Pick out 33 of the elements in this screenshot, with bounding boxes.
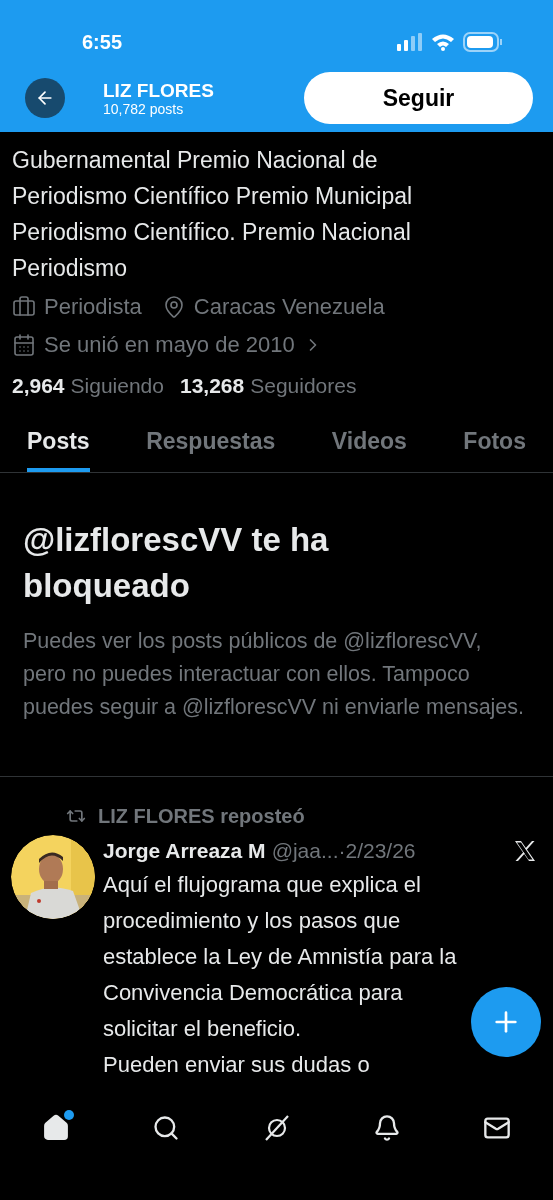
post-text: Pueden enviar sus dudas o [103, 1051, 371, 1079]
profile-tab[interactable]: Posts [27, 419, 90, 472]
post-date: ·2/23/26 [338, 838, 416, 864]
profile-meta-text: Periodista [44, 293, 142, 321]
stat-link[interactable]: 2,964 Siguiendo [12, 370, 164, 402]
stat-link[interactable]: 13,268 Seguidores [180, 370, 357, 402]
signal-icon [397, 33, 423, 51]
profile-meta-text: Se unió en mayo de 2010 [44, 331, 295, 359]
profile-meta-text: Caracas Venezuela [193, 293, 385, 321]
x-logo-icon [513, 839, 537, 863]
wifi-icon [431, 33, 455, 51]
status-time: 6:55 [82, 30, 123, 55]
author-handle: @jaa... [271, 838, 339, 864]
bell-icon [372, 1114, 401, 1142]
profile-bio: Gubernamental Premio Nacional de Periodismo Científico Premio Municipal Periodismo Científico. Premio Nacional Periodismo [12, 146, 414, 283]
home-icon [42, 1114, 70, 1142]
back-button[interactable] [25, 78, 65, 118]
blocked-title: @lizflorescVV te ha bloqueado [23, 520, 330, 606]
blocked-message: Puedes ver los posts públicos de @lizflorescVV, pero no puedes interactuar con ellos. Tampoco puedes seguir a @lizflorescVV ni enviarle mensajes. [23, 628, 526, 721]
post-count: 10,782 posts [103, 101, 185, 116]
calendar-icon [12, 333, 36, 357]
slashed-circle-icon [262, 1114, 291, 1142]
profile-tab[interactable]: Videos [331, 419, 407, 472]
author-name: Jorge Arreaza M [103, 838, 266, 864]
post-text: Aquí el flujograma que explica el procedimiento y los pasos que establece la Ley de Amnistía para la Convivencia Democrática para solicitar el beneficio. [103, 871, 458, 1043]
search-icon [152, 1114, 181, 1142]
profile-name: LIZ FLORES [103, 80, 214, 100]
briefcase-icon [12, 295, 36, 319]
repost-label: LIZ FLORES reposteó [98, 804, 305, 829]
follow-button[interactable]: Seguir [304, 72, 533, 124]
battery-icon [463, 32, 503, 52]
profile-tab[interactable]: Respuestas [146, 419, 276, 472]
profile-tab[interactable]: Fotos [463, 419, 526, 472]
